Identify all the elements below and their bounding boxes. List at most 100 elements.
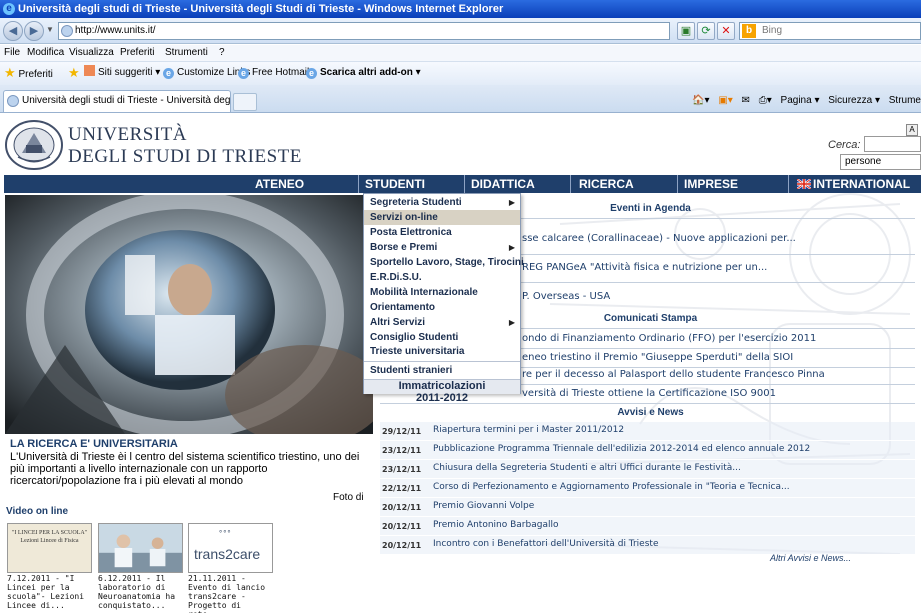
menu-item-servizi-online[interactable]: Servizi on-line bbox=[364, 210, 520, 225]
search-scope-select[interactable]: persone bbox=[840, 154, 921, 170]
news-title[interactable]: Corso di Perfezionamento e Aggiornamento… bbox=[433, 482, 790, 492]
press-release-link[interactable]: ondo di Finanziamento Ordinario (FFO) pe… bbox=[522, 333, 816, 344]
photo-credit: Foto di bbox=[333, 492, 364, 503]
press-release-link[interactable]: re per il decesso al Palasport dello stu… bbox=[522, 369, 825, 380]
search-input[interactable]: b Bing bbox=[739, 22, 921, 40]
news-date: 29/12/11 bbox=[382, 427, 422, 436]
browser-tab-active[interactable]: Università degli studi di Trieste - Univ… bbox=[3, 90, 231, 112]
video-section-title: Video on line bbox=[6, 506, 69, 517]
cmd-strumenti[interactable]: Strume bbox=[889, 95, 921, 106]
event-link[interactable]: P. Overseas - USA bbox=[522, 291, 610, 302]
video-thumbnail-lincei[interactable]: "I LINCEI PER LA SCUOLA" Lezioni Lincee … bbox=[7, 523, 92, 573]
nav-ricerca[interactable]: RICERCA bbox=[579, 175, 634, 193]
avvisi-section-title: Avvisi e News bbox=[617, 407, 684, 418]
main-navigation: ATENEO STUDENTI DIDATTICA RICERCA IMPRES… bbox=[4, 175, 921, 193]
ie-logo-icon: e bbox=[3, 3, 15, 15]
home-icon[interactable]: 🏠▾ bbox=[692, 95, 709, 106]
back-button[interactable]: ◀ bbox=[3, 21, 23, 41]
web-page: UNIVERSITÀ DEGLI STUDI DI TRIESTE A Cerc… bbox=[0, 114, 921, 613]
video-thumbnail-trans2care[interactable]: °°° trans2care bbox=[188, 523, 273, 573]
favorites-button[interactable]: ★ Preferiti bbox=[4, 62, 53, 86]
submenu-arrow-icon: ▶ bbox=[508, 243, 515, 252]
ie-page-icon: e bbox=[306, 68, 317, 79]
cmd-sicurezza[interactable]: Sicurezza ▾ bbox=[828, 95, 880, 106]
nav-studenti[interactable]: STUDENTI bbox=[365, 175, 425, 193]
page-icon bbox=[7, 95, 19, 107]
history-dropdown-icon[interactable]: ▼ bbox=[46, 25, 54, 34]
address-bar: ◀ ▶ ▼ http://www.units.it/ ▣ ⟳ ✕ b Bing bbox=[0, 18, 921, 44]
nav-ateneo[interactable]: ATENEO bbox=[255, 175, 304, 193]
menu-item-segreteria[interactable]: Segreteria Studenti ▶ bbox=[364, 195, 520, 210]
suggested-sites-icon bbox=[84, 65, 95, 76]
menu-item-consiglio[interactable]: Consiglio Studenti bbox=[364, 330, 520, 345]
site-search-input[interactable] bbox=[864, 136, 921, 152]
cmd-pagina[interactable]: Pagina ▾ bbox=[781, 95, 820, 106]
news-title[interactable]: Premio Antonino Barbagallo bbox=[433, 520, 558, 530]
rss-icon[interactable]: ▣▾ bbox=[718, 95, 732, 106]
url-input[interactable]: http://www.units.it/ bbox=[58, 22, 670, 40]
menu-item-trieste-univ[interactable]: Trieste universitaria bbox=[364, 344, 520, 359]
menu-item-mobilita[interactable]: Mobilità Internazionale bbox=[364, 285, 520, 300]
star-icon: ★ bbox=[4, 65, 16, 80]
event-link[interactable]: sse calcaree (Corallinaceae) - Nuove app… bbox=[522, 233, 796, 244]
submenu-arrow-icon: ▶ bbox=[508, 198, 515, 207]
news-date: 20/12/11 bbox=[382, 503, 422, 512]
add-favorite-icon[interactable]: ★ bbox=[68, 62, 80, 86]
more-news-link[interactable]: Altri Avvisi e News... bbox=[770, 553, 851, 563]
nav-imprese[interactable]: IMPRESE bbox=[684, 175, 738, 193]
news-date: 20/12/11 bbox=[382, 541, 422, 550]
forward-button[interactable]: ▶ bbox=[24, 21, 44, 41]
new-tab-button[interactable] bbox=[233, 93, 257, 111]
nav-international[interactable]: INTERNATIONAL bbox=[797, 175, 910, 193]
ie-page-icon: e bbox=[163, 68, 174, 79]
favorites-bar: ★ Preferiti ★ Siti suggeriti ▾ e Customiz… bbox=[0, 61, 921, 85]
menu-modifica[interactable]: Modifica bbox=[27, 45, 64, 61]
news-title[interactable]: Incontro con i Benefattori dell'Universi… bbox=[433, 539, 658, 549]
video-thumbnail-neuroanatomia[interactable] bbox=[98, 523, 183, 573]
window-title: Università degli studi di Trieste - Univ… bbox=[18, 3, 504, 15]
news-title[interactable]: Premio Giovanni Volpe bbox=[433, 501, 534, 511]
press-release-link[interactable]: versità di Trieste ottiene la Certificaz… bbox=[522, 388, 776, 399]
fav-scarica-addon[interactable]: e Scarica altri add-on ▾ bbox=[306, 62, 421, 84]
menu-preferiti[interactable]: Preferiti bbox=[120, 45, 154, 61]
text-size-button[interactable]: A bbox=[906, 124, 918, 136]
menu-help[interactable]: ? bbox=[219, 45, 225, 61]
event-link[interactable]: REG PANGeA "Attività fisica e nutrizione… bbox=[522, 262, 767, 273]
url-text: http://www.units.it/ bbox=[75, 25, 156, 36]
menu-visualizza[interactable]: Visualizza bbox=[69, 45, 114, 61]
menu-item-erdisu[interactable]: E.R.Di.S.U. bbox=[364, 270, 520, 285]
mail-icon[interactable]: ✉ bbox=[742, 95, 750, 106]
university-name[interactable]: UNIVERSITÀ DEGLI STUDI DI TRIESTE bbox=[68, 124, 302, 168]
window-titlebar: e Università degli studi di Trieste - Un… bbox=[0, 0, 921, 18]
press-release-link[interactable]: eneo triestino il Premio "Giuseppe Sperd… bbox=[522, 352, 793, 363]
compatibility-view-icon[interactable]: ▣ bbox=[677, 22, 695, 40]
video-caption[interactable]: 7.12.2011 - "I Lincei per la scuola"- Le… bbox=[7, 574, 97, 610]
fav-free-hotmail[interactable]: e Free Hotmail bbox=[238, 62, 309, 84]
page-icon bbox=[61, 25, 73, 37]
menu-item-altri-servizi[interactable]: Altri Servizi ▶ bbox=[364, 315, 520, 330]
menu-strumenti[interactable]: Strumenti bbox=[165, 45, 208, 61]
news-date: 23/12/11 bbox=[382, 446, 422, 455]
video-caption[interactable]: 6.12.2011 - Il laboratorio di Neuroanato… bbox=[98, 574, 188, 610]
news-date: 20/12/11 bbox=[382, 522, 422, 531]
uk-flag-icon bbox=[797, 179, 811, 189]
print-icon[interactable]: ⎙▾ bbox=[759, 95, 772, 106]
menu-item-orientamento[interactable]: Orientamento bbox=[364, 300, 520, 315]
menu-item-stranieri[interactable]: Studenti stranieri bbox=[364, 363, 520, 378]
fav-siti-suggeriti[interactable]: Siti suggeriti ▾ bbox=[84, 62, 160, 84]
bing-icon: b bbox=[742, 24, 756, 38]
news-title[interactable]: Chiusura della Segreteria Studenti e alt… bbox=[433, 463, 741, 473]
news-title[interactable]: Pubblicazione Programma Triennale dell'e… bbox=[433, 444, 810, 454]
video-caption[interactable]: 21.11.2011 - Evento di lancio trans2care… bbox=[188, 574, 278, 613]
menu-item-sportello-lavoro[interactable]: Sportello Lavoro, Stage, Tirocini bbox=[364, 255, 524, 270]
hero-image[interactable] bbox=[5, 195, 373, 434]
news-title[interactable]: Riapertura termini per i Master 2011/201… bbox=[433, 425, 624, 435]
stop-icon[interactable]: ✕ bbox=[717, 22, 735, 40]
feature-title[interactable]: LA RICERCA E' UNIVERSITARIA bbox=[10, 438, 178, 450]
menu-item-borse-premi[interactable]: Borse e Premi ▶ bbox=[364, 240, 520, 255]
refresh-icon[interactable]: ⟳ bbox=[697, 22, 715, 40]
nav-didattica[interactable]: DIDATTICA bbox=[471, 175, 535, 193]
menu-file[interactable]: File bbox=[4, 45, 20, 61]
news-date: 22/12/11 bbox=[382, 484, 422, 493]
menu-item-posta[interactable]: Posta Elettronica bbox=[364, 225, 520, 240]
